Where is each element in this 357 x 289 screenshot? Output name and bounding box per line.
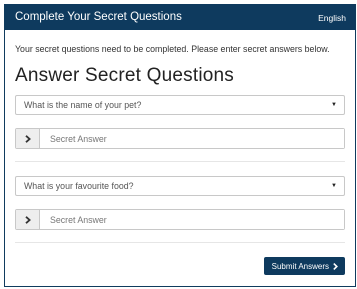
caret-down-icon: ▼: [331, 102, 337, 108]
page-title: Answer Secret Questions: [15, 65, 234, 86]
answer-2-input[interactable]: [40, 210, 344, 229]
answer-1-group: [15, 128, 345, 149]
answer-1-input[interactable]: [40, 129, 344, 148]
answer-2-group: [15, 209, 345, 230]
intro-text: Your secret questions need to be complet…: [15, 44, 330, 54]
divider: [15, 161, 345, 162]
question-1-select[interactable]: What is the name of your pet? ▼: [15, 95, 345, 115]
dialog-header: Complete Your Secret Questions English: [5, 4, 355, 30]
chevron-right-icon: [24, 215, 31, 224]
answer-2-addon: [16, 210, 40, 229]
dialog-footer: Submit Answers: [15, 257, 345, 275]
chevron-right-icon: [24, 134, 31, 143]
dialog-body: Your secret questions need to be complet…: [5, 30, 355, 275]
submit-answers-button[interactable]: Submit Answers: [263, 257, 345, 275]
question-2-text: What is your favourite food?: [24, 181, 134, 191]
question-2-select[interactable]: What is your favourite food? ▼: [15, 176, 345, 196]
divider: [15, 242, 345, 243]
language-selector[interactable]: English: [318, 13, 346, 23]
caret-down-icon: ▼: [331, 183, 337, 189]
question-1-text: What is the name of your pet?: [24, 100, 142, 110]
submit-answers-label: Submit Answers: [271, 261, 329, 271]
dialog-title: Complete Your Secret Questions: [15, 11, 182, 23]
answer-1-addon: [16, 129, 40, 148]
chevron-right-icon: [333, 262, 338, 270]
secret-questions-dialog: Complete Your Secret Questions English Y…: [4, 4, 356, 287]
